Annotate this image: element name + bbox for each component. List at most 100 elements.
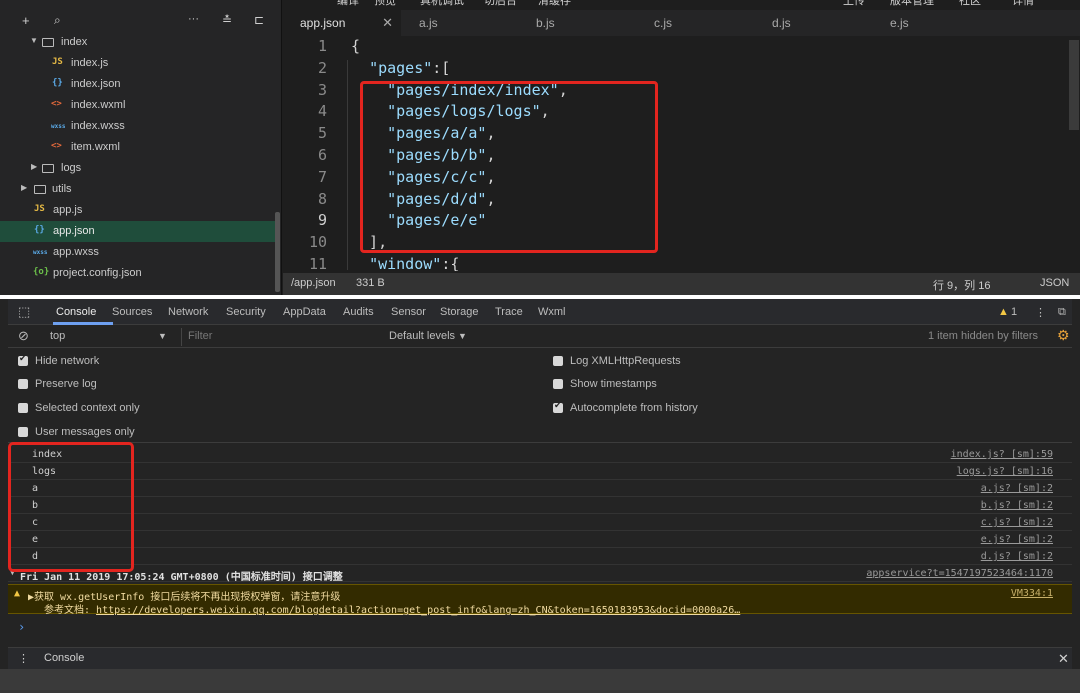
js-file-icon: JS <box>52 57 63 67</box>
drawer-menu-icon[interactable]: ⋮ <box>18 652 29 665</box>
menu-clear-cache[interactable]: 清缓存 <box>538 0 571 8</box>
checkbox[interactable] <box>18 379 28 389</box>
log-source-link[interactable]: appservice?t=1547197523464:1170 <box>866 568 1053 579</box>
tab-label: e.js <box>890 16 909 30</box>
explorer-scrollbar[interactable] <box>275 212 280 292</box>
warning-count[interactable]: 1 <box>1011 306 1017 318</box>
status-file-path: /app.json <box>291 277 336 289</box>
log-source-link[interactable]: b.js? [sm]:2 <box>981 500 1053 511</box>
tab-wxml[interactable]: Wxml <box>538 306 566 318</box>
sort-icon[interactable]: ≛ <box>222 13 232 27</box>
tree-item-index-wxss[interactable]: wxss index.wxss <box>0 116 276 137</box>
tree-item-label: index.json <box>71 78 121 90</box>
tab-app-json[interactable]: app.json ✕ <box>283 10 401 36</box>
inspect-element-icon[interactable]: ⬚ <box>18 304 30 320</box>
tab-sources[interactable]: Sources <box>112 306 152 318</box>
tree-item-index-js[interactable]: JS index.js <box>0 53 276 74</box>
tab-c-js[interactable]: c.js <box>637 10 755 36</box>
tab-b-js[interactable]: b.js <box>519 10 637 36</box>
editor-scrollbar[interactable] <box>1069 40 1079 130</box>
close-icon[interactable]: ✕ <box>1058 651 1069 667</box>
tree-item-logs-folder[interactable]: ▶ logs <box>0 158 276 179</box>
option-label: Show timestamps <box>570 378 657 390</box>
caret-down-icon[interactable]: ▼ <box>158 331 167 341</box>
menu-version[interactable]: 版本管理 <box>890 0 934 8</box>
log-source-link[interactable]: logs.js? [sm]:16 <box>957 466 1053 477</box>
tab-console[interactable]: Console <box>56 306 96 318</box>
split-panel-icon[interactable]: ⊏ <box>254 13 264 27</box>
tree-item-app-js[interactable]: JS app.js <box>0 200 276 221</box>
search-icon[interactable]: ⌕ <box>54 13 61 28</box>
filter-input[interactable]: Filter <box>181 328 386 346</box>
console-prompt[interactable]: › <box>18 620 25 634</box>
line-number: 11 <box>308 254 327 271</box>
log-entry: e e.js? [sm]:2 <box>8 531 1072 548</box>
tree-item-utils-folder[interactable]: ▶ utils <box>0 179 276 200</box>
tree-item-index-folder[interactable]: ▼ index <box>0 32 276 53</box>
checkbox[interactable] <box>553 356 563 366</box>
tree-item-index-json[interactable]: {} index.json <box>0 74 276 95</box>
tree-item-index-wxml[interactable]: <> index.wxml <box>0 95 276 116</box>
add-file-icon[interactable]: + <box>22 13 30 28</box>
tab-d-js[interactable]: d.js <box>755 10 873 36</box>
line-number: 2 <box>317 58 327 77</box>
tree-item-item-wxml[interactable]: <> item.wxml <box>0 137 276 158</box>
clear-console-icon[interactable]: ⊘ <box>18 328 29 344</box>
checkbox[interactable] <box>18 403 28 413</box>
tab-appdata[interactable]: AppData <box>283 306 326 318</box>
menu-device-debug[interactable]: 真机调试 <box>420 0 464 8</box>
tree-item-label: item.wxml <box>71 141 120 153</box>
json-file-icon: {} <box>52 78 63 88</box>
ide-top-region: + ⌕ ··· ≛ ⊏ ▼ index JS index.js {} index… <box>0 0 1080 295</box>
context-select[interactable]: top <box>50 330 65 342</box>
log-group[interactable]: ▼ Fri Jan 11 2019 17:05:24 GMT+0800 (中国标… <box>8 565 1072 583</box>
tab-audits[interactable]: Audits <box>343 306 374 318</box>
explorer-toolbar: + ⌕ ··· ≛ ⊏ <box>0 8 282 34</box>
log-source-link[interactable]: VM334:1 <box>1011 588 1053 599</box>
more-icon[interactable]: ··· <box>188 13 199 25</box>
warning-doc-link[interactable]: https://developers.weixin.qq.com/blogdet… <box>96 605 740 616</box>
log-levels-select[interactable]: Default levels <box>389 330 455 342</box>
tab-sensor[interactable]: Sensor <box>391 306 426 318</box>
tree-item-project-config[interactable]: {o} project.config.json <box>0 263 276 284</box>
wxml-file-icon: <> <box>51 99 62 109</box>
tab-a-js[interactable]: a.js <box>401 10 519 36</box>
tree-item-label: project.config.json <box>53 267 142 279</box>
drawer-tab-console[interactable]: Console <box>44 652 84 664</box>
menu-upload[interactable]: 上传 <box>843 0 865 8</box>
console-log: index index.js? [sm]:59 logs logs.js? [sm]… <box>8 444 1072 644</box>
menu-background[interactable]: 切后台 <box>484 0 517 8</box>
warning-icon[interactable]: ▲ <box>998 306 1009 318</box>
tab-network[interactable]: Network <box>168 306 208 318</box>
more-vertical-icon[interactable]: ⋮ <box>1035 306 1046 319</box>
file-explorer: + ⌕ ··· ≛ ⊏ ▼ index JS index.js {} index… <box>0 0 282 295</box>
caret-down-icon[interactable]: ▼ <box>458 331 467 341</box>
undock-icon[interactable]: ⧉ <box>1058 306 1066 319</box>
status-language[interactable]: JSON <box>1040 277 1069 289</box>
status-cursor-position[interactable]: 行 9，列 16 <box>933 277 990 293</box>
menu-compile[interactable]: 编译 <box>337 0 359 8</box>
checkbox[interactable] <box>18 427 28 437</box>
tree-item-app-json[interactable]: {} app.json <box>0 221 276 242</box>
gear-icon[interactable]: ⚙ <box>1057 327 1070 344</box>
tab-e-js[interactable]: e.js <box>873 10 991 36</box>
log-source-link[interactable]: index.js? [sm]:59 <box>951 449 1053 460</box>
checkbox[interactable] <box>18 353 28 366</box>
checkbox[interactable] <box>553 379 563 389</box>
tab-security[interactable]: Security <box>226 306 266 318</box>
tab-trace[interactable]: Trace <box>495 306 523 318</box>
tree-item-label: logs <box>61 162 82 174</box>
close-icon[interactable]: ✕ <box>382 15 393 31</box>
menu-details[interactable]: 详情 <box>1012 0 1034 8</box>
log-source-link[interactable]: a.js? [sm]:2 <box>981 483 1053 494</box>
wxss-file-icon: wxss <box>33 249 48 256</box>
log-source-link[interactable]: d.js? [sm]:2 <box>981 551 1053 562</box>
tab-storage[interactable]: Storage <box>440 306 479 318</box>
log-source-link[interactable]: c.js? [sm]:2 <box>981 517 1053 528</box>
tree-item-app-wxss[interactable]: wxss app.wxss <box>0 242 276 263</box>
checkbox[interactable] <box>553 400 563 413</box>
log-source-link[interactable]: e.js? [sm]:2 <box>981 534 1053 545</box>
file-tree: ▼ index JS index.js {} index.json <> ind… <box>0 32 276 284</box>
menu-community[interactable]: 社区 <box>959 0 981 8</box>
menu-preview[interactable]: 预览 <box>374 0 396 8</box>
